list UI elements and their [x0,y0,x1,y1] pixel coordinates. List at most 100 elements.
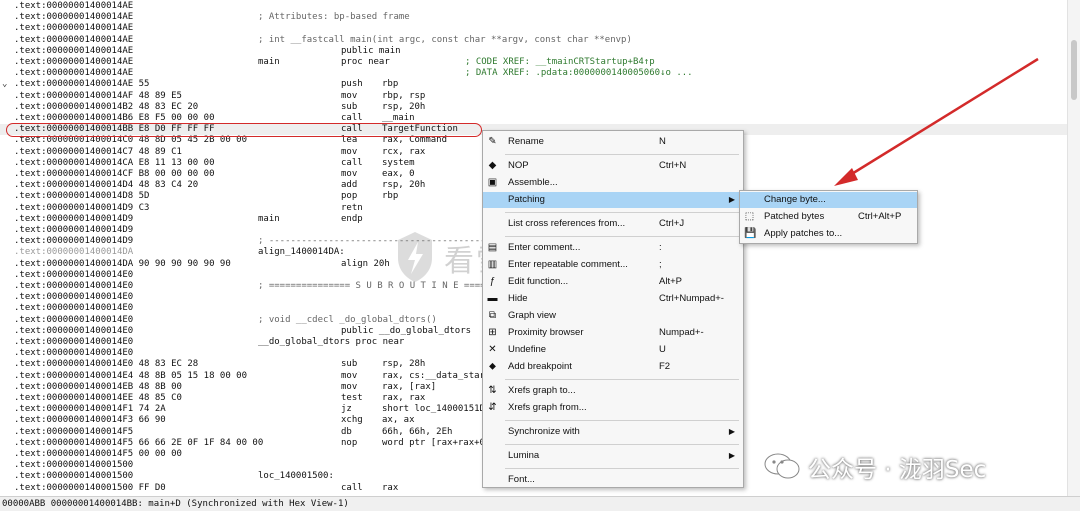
disasm-op: rbp, rsp [382,90,426,101]
disasm-cmt: ; int __fastcall main(int argc, const ch… [258,34,632,45]
menu-item-shortcut: U [659,344,666,355]
disasm-addr: .text:00000001400014AE [14,23,134,34]
disasm-row[interactable]: .text:00000001400014AE [0,23,1068,34]
vertical-scrollbar[interactable] [1067,0,1080,496]
scrollbar-thumb[interactable] [1071,40,1077,100]
menu-item-synchronize-with[interactable]: Synchronize with ▶ [483,424,743,440]
menu-item-patching[interactable]: Patching ▶ [483,192,743,208]
menu-item-hide[interactable]: ▬ Hide Ctrl+Numpad+- [483,291,743,307]
menu-item-enter-comment[interactable]: ▤ Enter comment...: [483,240,743,256]
disasm-mn: pop [341,191,358,202]
disasm-addr: .text:00000001400014F5 66 66 2E 0F 1F 84… [14,437,264,448]
disasm-addr: .text:00000001400014D4 48 83 C4 20 [14,180,199,191]
menu-separator [505,444,739,445]
menu-item-list-cross-references-from[interactable]: List cross references from... Ctrl+J [483,216,743,232]
brand-text: 公众号 · 泷羽Sec [808,457,987,483]
disasm-addr: .text:00000001400014D9 [14,225,134,235]
disasm-row[interactable]: .text:00000001400014AE ; Attributes: bp-b… [0,12,1068,23]
menu-item-shortcut: F2 [659,361,671,372]
disasm-addr: .text:00000001400014E0 [14,281,134,291]
menu-item-add-breakpoint[interactable]: ⬥ Add breakpoint F2 [483,359,743,375]
patching-submenu[interactable]: Change byte... ⬚ Patched bytes Ctrl+Alt+P 💾 A… [739,190,918,244]
disasm-op: rax, [rax] [382,381,437,392]
hide-icon: ▬ [487,293,498,304]
disasm-addr: .text:00000001400014E0 [14,303,134,314]
disasm-addr: .text:0000000140001500 [14,460,134,471]
disasm-lbl: main [258,57,280,67]
function-icon: ƒ [489,276,496,287]
menu-item-enter-repeatable-comment[interactable]: ▥ Enter repeatable comment...; [483,257,743,273]
disasm-row[interactable]: .text:00000001400014AF 48 89 E5 mov rbp, r… [0,91,1068,102]
menu-item-label: Add breakpoint [508,361,572,372]
menu-item-patched-bytes[interactable]: ⬚ Patched bytes Ctrl+Alt+P [740,209,917,225]
menu-item-rename[interactable]: ✎ Rename N [483,134,743,150]
menu-item-apply-patches-to[interactable]: 💾 Apply patches to... [740,226,917,242]
menu-item-edit-function[interactable]: ƒ Edit function... Alt+P [483,274,743,290]
disasm-row[interactable]: .text:00000001400014AE public main [0,46,1068,57]
comment-icon: ▤ [487,242,498,253]
disasm-addr: .text:00000001400014F5 00 00 00 [14,449,182,459]
menu-item-shortcut: Alt+P [659,276,682,287]
menu-item-xrefs-graph-to[interactable]: ⇅ Xrefs graph to... [483,383,743,399]
disasm-lbl: loc_140001500: [258,471,334,482]
disasm-op: 66h, 66h, 2Eh [382,426,453,437]
menu-item-proximity-browser[interactable]: ⊞ Proximity browser Numpad+- [483,325,743,341]
disasm-op: rbp [382,191,399,202]
disasm-row[interactable]: .text:00000001400014B2 48 83 EC 20 sub rsp… [0,102,1068,113]
menu-item-change-byte[interactable]: Change byte... [740,192,917,208]
menu-item-label: Graph view [508,310,557,321]
disasm-mn: xchg [341,415,363,426]
menu-item-label: Xrefs graph from... [508,402,587,413]
disasm-mn: mov [341,146,358,157]
disasm-mn: align 20h [341,258,390,269]
menu-item-label: Enter comment... [508,242,581,253]
disasm-mn: call [341,157,363,168]
disasm-row[interactable]: .text:00000001400014AE ; DATA XREF: .pdat… [0,68,1068,79]
submenu-arrow-icon: ▶ [728,427,735,436]
menu-item-font[interactable]: Font... [483,472,743,488]
disasm-addr: .text:00000001400014AE 55 [14,79,150,90]
menu-item-shortcut: Numpad+- [659,327,704,338]
menu-item-shortcut: Ctrl+Alt+P [858,211,902,222]
menu-item-label: Rename [508,136,544,147]
apply-patches-icon: 💾 [744,228,757,239]
disasm-addr: .text:00000001400014F3 66 90 [14,415,166,426]
disasm-mn: retn [341,202,363,213]
menu-item-label: Apply patches to... [764,228,843,239]
menu-item-shortcut: ; [659,259,662,270]
disasm-addr: .text:00000001400014F1 74 2A [14,404,166,415]
undefine-icon: ✕ [488,344,497,355]
repeatable-comment-icon: ▥ [487,259,498,270]
disasm-xref: ; CODE XREF: __tmainCRTStartup+B4↑p [465,57,655,67]
menu-item-assemble[interactable]: ▣ Assemble... [483,175,743,191]
disasm-op: __main [382,113,415,123]
menu-item-nop[interactable]: ◆ NOP Ctrl+N [483,158,743,174]
disasm-row[interactable]: ⌄ .text:00000001400014AE 55 push rbp [0,79,1068,90]
menu-item-graph-view[interactable]: ⧉ Graph view [483,308,743,324]
menu-separator [505,468,739,469]
breakpoint-icon: ⬥ [489,361,496,372]
context-menu[interactable]: ✎ Rename N ◆ NOP Ctrl+N ▣ Assemble... Patching ▶ L… [482,130,744,488]
disasm-row[interactable]: .text:00000001400014AE [0,1,1068,12]
menu-item-label: Undefine [508,344,547,355]
disasm-mn: proc near [341,57,390,67]
disasm-mn: sub [341,101,358,112]
menu-item-label: Lumina [508,450,540,461]
disasm-op: short loc_14000151D [382,404,485,415]
disasm-op: rcx, rax [382,146,426,157]
menu-item-label: Proximity browser [508,327,584,338]
disasm-cmt: ; void __cdecl _do_global_dtors() [258,314,437,325]
menu-item-label: Xrefs graph to... [508,385,576,396]
disasm-addr: .text:00000001400014CF B8 00 00 00 00 [14,169,215,179]
disasm-row[interactable]: .text:00000001400014AE main proc near ; COD… [0,57,1068,68]
disasm-addr: .text:0000000140001500 FF D0 [14,482,166,493]
nop-icon: ◆ [488,160,497,171]
disasm-row[interactable]: .text:00000001400014AE ; int __fastcall m… [0,35,1068,46]
disasm-addr: .text:00000001400014D9 [14,213,134,224]
disasm-addr: .text:00000001400014AE [14,68,134,79]
menu-item-lumina[interactable]: Lumina ▶ [483,448,743,464]
menu-item-xrefs-graph-from[interactable]: ⇵ Xrefs graph from... [483,400,743,416]
menu-item-label: Patched bytes [764,211,825,222]
menu-item-undefine[interactable]: ✕ Undefine U [483,342,743,358]
disasm-row[interactable]: .text:00000001400014B6 E8 F5 00 00 00 cal… [0,113,1068,124]
